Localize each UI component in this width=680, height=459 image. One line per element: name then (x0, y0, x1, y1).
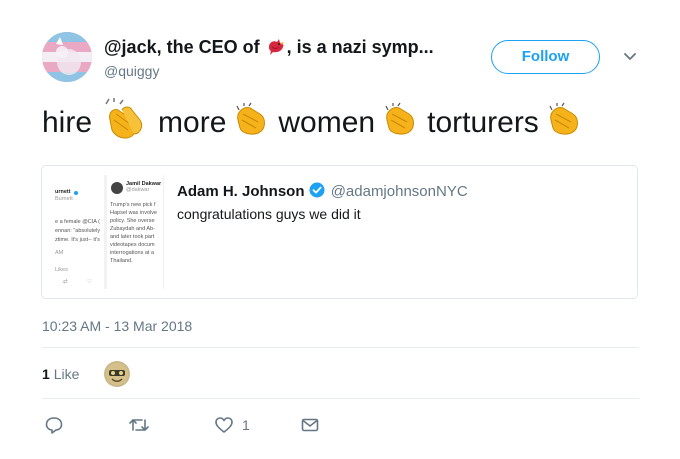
divider (42, 398, 639, 399)
image-text: @dakwar (126, 187, 150, 193)
heart-icon: ♡ (87, 279, 92, 285)
display-name[interactable]: @jack, the CEO of , is a nazi symp... (104, 36, 434, 61)
image-text: Zubaydah and Ab- (110, 226, 155, 232)
retweet-icon: ⇄ (63, 279, 68, 285)
tweet-word: torturers (427, 106, 539, 139)
image-text: e a female @CIA ( (55, 219, 101, 225)
image-text: and later took part (110, 234, 155, 240)
follow-button[interactable]: Follow (491, 40, 600, 74)
tweet-timestamp[interactable]: 10:23 AM - 13 Mar 2018 (42, 318, 192, 334)
likes-label: Like (53, 366, 80, 382)
image-text: Thailand. (110, 258, 133, 264)
clapping-hands-emoji (234, 102, 268, 144)
retweet-icon (129, 419, 149, 431)
clapping-hands-emoji (383, 102, 417, 144)
quoted-handle: @adamjohnsonNYC (330, 183, 468, 200)
clapping-hands-emoji (100, 98, 148, 148)
image-text: ztime. It's just-- it's (55, 237, 100, 243)
display-name-part1: @jack, the CEO of (104, 37, 260, 57)
quoted-tweet-image[interactable]: urnett Burnett e a female @CIA ( ennan: … (51, 175, 164, 289)
avatar[interactable] (42, 32, 92, 82)
image-text: interrogations at a (110, 250, 155, 256)
red-bird-emoji (266, 36, 286, 61)
heart-icon (215, 417, 233, 433)
likes-count: 1 (42, 366, 50, 382)
chevron-down-icon[interactable] (621, 48, 639, 66)
image-text: Hapsel was involve (110, 210, 158, 216)
quoted-name: Adam H. Johnson (177, 183, 305, 200)
tweet-word: women (278, 106, 376, 139)
image-text: Trump's new pick f (110, 202, 156, 208)
reply-icon (45, 417, 63, 434)
likes-stat[interactable]: 1 Like (42, 366, 79, 382)
quoted-author[interactable]: Adam H. Johnson @adamjohnsonNYC (177, 182, 468, 202)
image-avatar (111, 182, 123, 194)
quoted-text: congratulations guys we did it (177, 206, 361, 222)
reply-button[interactable] (44, 415, 64, 435)
envelope-icon (301, 418, 319, 432)
like-button[interactable]: 1 (214, 415, 250, 435)
display-name-part2: , is a nazi symp... (286, 37, 434, 57)
verified-icon (309, 182, 325, 202)
tweet-word: hire (42, 106, 93, 139)
divider (42, 347, 639, 348)
tweet-text: hire more women torturers (42, 98, 591, 148)
tweet-word: more (158, 106, 227, 139)
direct-message-button[interactable] (300, 415, 320, 435)
liker-avatar[interactable] (104, 361, 130, 387)
image-text: videotapes docum (110, 242, 155, 248)
image-text: Burnett (55, 196, 73, 202)
clapping-hands-emoji (547, 102, 581, 144)
retweet-button[interactable] (128, 415, 150, 435)
user-handle[interactable]: @quiggy (104, 63, 159, 79)
image-text: ennan: "absolutely (55, 228, 101, 234)
image-text: AM (55, 250, 64, 256)
image-text: policy. She overse (110, 218, 155, 224)
like-count: 1 (242, 417, 250, 433)
verified-icon (74, 191, 78, 195)
image-divider (104, 175, 107, 289)
quoted-tweet[interactable]: urnett Burnett e a female @CIA ( ennan: … (41, 165, 638, 299)
image-text: Likes (55, 267, 68, 273)
